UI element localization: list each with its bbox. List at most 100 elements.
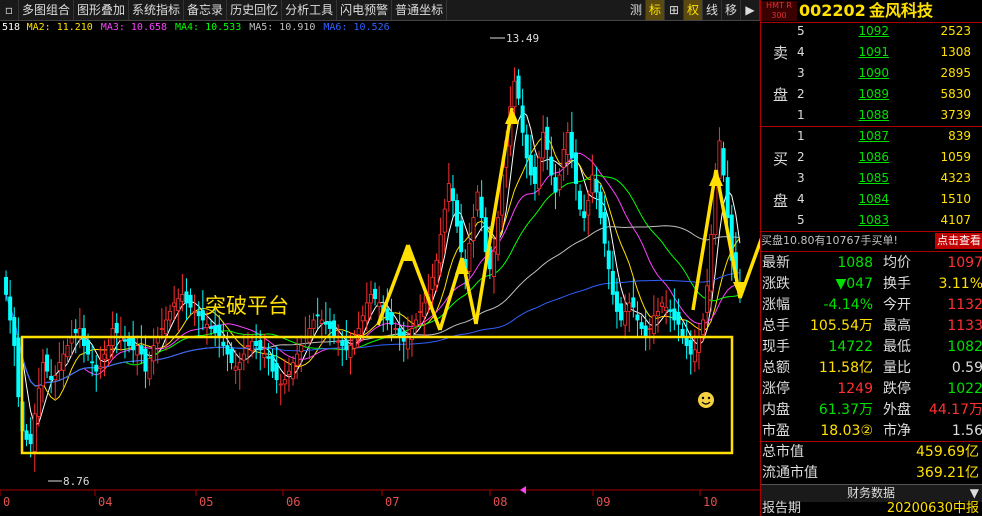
price[interactable]: 1090 bbox=[839, 63, 889, 84]
toolbar-item[interactable]: 分析工具 bbox=[282, 0, 338, 20]
candle-body bbox=[434, 259, 439, 286]
quote-label-2: 跌停 bbox=[883, 381, 911, 397]
view-button[interactable]: 点击查看 bbox=[935, 233, 982, 249]
toolbar-item[interactable]: 普通坐标 bbox=[392, 0, 448, 20]
price[interactable]: 1089 bbox=[839, 84, 889, 105]
quote-row: 涨跌 ▼047 换手 3.11% bbox=[761, 274, 982, 295]
candle-body bbox=[241, 353, 246, 361]
candle-body bbox=[204, 323, 209, 329]
candle-body bbox=[430, 276, 435, 290]
cursor-marker bbox=[520, 486, 526, 494]
buy-row[interactable]: 2 1086 1059 bbox=[761, 147, 982, 168]
candle-body bbox=[282, 379, 287, 385]
report-period-row: 报告期 20200630中报 bbox=[761, 502, 982, 516]
next-icon[interactable]: ▶ bbox=[741, 0, 760, 20]
quote-label: 内盘 bbox=[762, 402, 790, 418]
candle-body bbox=[323, 322, 328, 325]
ma-legend-item: MA2: 11.210 bbox=[27, 22, 93, 33]
candle-body bbox=[49, 375, 54, 381]
candle-body bbox=[516, 75, 521, 99]
candle-body bbox=[479, 196, 484, 219]
candle-body bbox=[4, 276, 9, 295]
ma-legend-item: MA3: 10.658 bbox=[101, 22, 167, 33]
quote-panel: HMT R 300 002202 金风科技 卖 盘 买 盘 5 1092 2523 4… bbox=[760, 0, 982, 516]
month-tick: 10 bbox=[703, 495, 717, 509]
note-text: 买盘10.80有10767手买单! bbox=[761, 234, 898, 247]
toolbar-item[interactable]: 历史回忆 bbox=[227, 0, 283, 20]
stock-code[interactable]: 002202 bbox=[799, 0, 866, 22]
report-period-value: 20200630中报 bbox=[886, 501, 979, 516]
price[interactable]: 1087 bbox=[839, 126, 889, 147]
buy-row[interactable]: 1 1087 839 bbox=[761, 126, 982, 147]
quote-row: 总额 11.58亿 量比 0.59 bbox=[761, 358, 982, 379]
candle-body bbox=[561, 149, 566, 168]
level: 5 bbox=[797, 213, 805, 227]
price[interactable]: 1086 bbox=[839, 147, 889, 168]
price[interactable]: 1084 bbox=[839, 189, 889, 210]
level: 1 bbox=[797, 129, 805, 143]
quote-row: 最新 1088 均价 1097 bbox=[761, 253, 982, 274]
candle-body bbox=[569, 131, 574, 159]
stock-name[interactable]: 金风科技 bbox=[869, 0, 933, 22]
sell-row[interactable]: 5 1092 2523 bbox=[761, 21, 982, 42]
candle-body bbox=[176, 298, 181, 312]
toolbar-tool-button[interactable]: 线 bbox=[703, 0, 722, 20]
toolbar-item[interactable]: 备忘录 bbox=[184, 0, 228, 20]
candle-body bbox=[635, 314, 640, 321]
toolbar-tool-button[interactable]: 移 bbox=[722, 0, 741, 20]
month-tick: 08 bbox=[493, 495, 507, 509]
candle-body bbox=[389, 311, 394, 325]
candle-body bbox=[102, 353, 107, 360]
toolbar-tool-button[interactable]: 标 bbox=[646, 0, 665, 20]
sell-row[interactable]: 2 1089 5830 bbox=[761, 84, 982, 105]
buy-row[interactable]: 5 1083 4107 bbox=[761, 210, 982, 231]
candle-body bbox=[159, 328, 164, 330]
sell-row[interactable]: 4 1091 1308 bbox=[761, 42, 982, 63]
toolbar-tool-button[interactable]: 测 bbox=[627, 0, 646, 20]
candle-body bbox=[668, 309, 673, 312]
kline-chart[interactable]: 518 MA2: 11.210 MA3: 10.658 MA4: 10.533 MA5:… bbox=[0, 20, 760, 516]
toolbar-item[interactable]: 多图组合 bbox=[19, 0, 75, 20]
toolbar-item[interactable]: 系统指标 bbox=[129, 0, 185, 20]
price[interactable]: 1083 bbox=[839, 210, 889, 231]
level: 4 bbox=[797, 45, 805, 59]
price[interactable]: 1088 bbox=[839, 105, 889, 126]
toolbar-item[interactable]: 闪电预警 bbox=[337, 0, 393, 20]
candle-body bbox=[122, 339, 127, 342]
stock-header: HMT R 300 002202 金风科技 bbox=[761, 0, 982, 23]
quote-label: 涨幅 bbox=[762, 297, 790, 313]
price[interactable]: 1091 bbox=[839, 42, 889, 63]
price[interactable]: 1092 bbox=[839, 21, 889, 42]
candle-body bbox=[139, 345, 144, 355]
dropdown-icon[interactable]: ▼ bbox=[970, 485, 979, 502]
buy-row[interactable]: 4 1084 1510 bbox=[761, 189, 982, 210]
menu-icon[interactable]: ▫ bbox=[0, 0, 19, 20]
toolbar-tool-button[interactable]: 权 bbox=[684, 0, 703, 20]
price[interactable]: 1085 bbox=[839, 168, 889, 189]
ma-line bbox=[5, 152, 741, 387]
sell-row[interactable]: 1 1088 3739 bbox=[761, 105, 982, 126]
quote-label-2: 市净 bbox=[883, 423, 911, 439]
sell-row[interactable]: 3 1090 2895 bbox=[761, 63, 982, 84]
financial-data-bar[interactable]: 财务数据 ▼ bbox=[761, 484, 982, 502]
quote-value-2: 1097 bbox=[947, 255, 982, 271]
candle-body bbox=[254, 340, 259, 346]
candle-body bbox=[578, 190, 583, 210]
candle-body bbox=[172, 302, 177, 307]
candle-body bbox=[594, 179, 599, 193]
toolbar-item[interactable]: 图形叠加 bbox=[74, 0, 130, 20]
candle-body bbox=[36, 387, 41, 417]
candle-body bbox=[270, 355, 275, 372]
trend-arrow bbox=[738, 237, 760, 299]
candle-body bbox=[520, 105, 525, 133]
candle-body bbox=[655, 311, 660, 317]
toolbar-tool-button[interactable]: ⊞ bbox=[665, 0, 684, 20]
candle-body bbox=[266, 356, 271, 359]
ma-line bbox=[5, 111, 741, 426]
buy-row[interactable]: 3 1085 4323 bbox=[761, 168, 982, 189]
candle-body bbox=[299, 345, 304, 352]
candle-body bbox=[496, 217, 501, 255]
quote-row: 涨幅 -4.14% 今开 1132 bbox=[761, 295, 982, 316]
quote-value-2: 44.17万 bbox=[928, 402, 982, 418]
candle-body bbox=[360, 315, 365, 322]
